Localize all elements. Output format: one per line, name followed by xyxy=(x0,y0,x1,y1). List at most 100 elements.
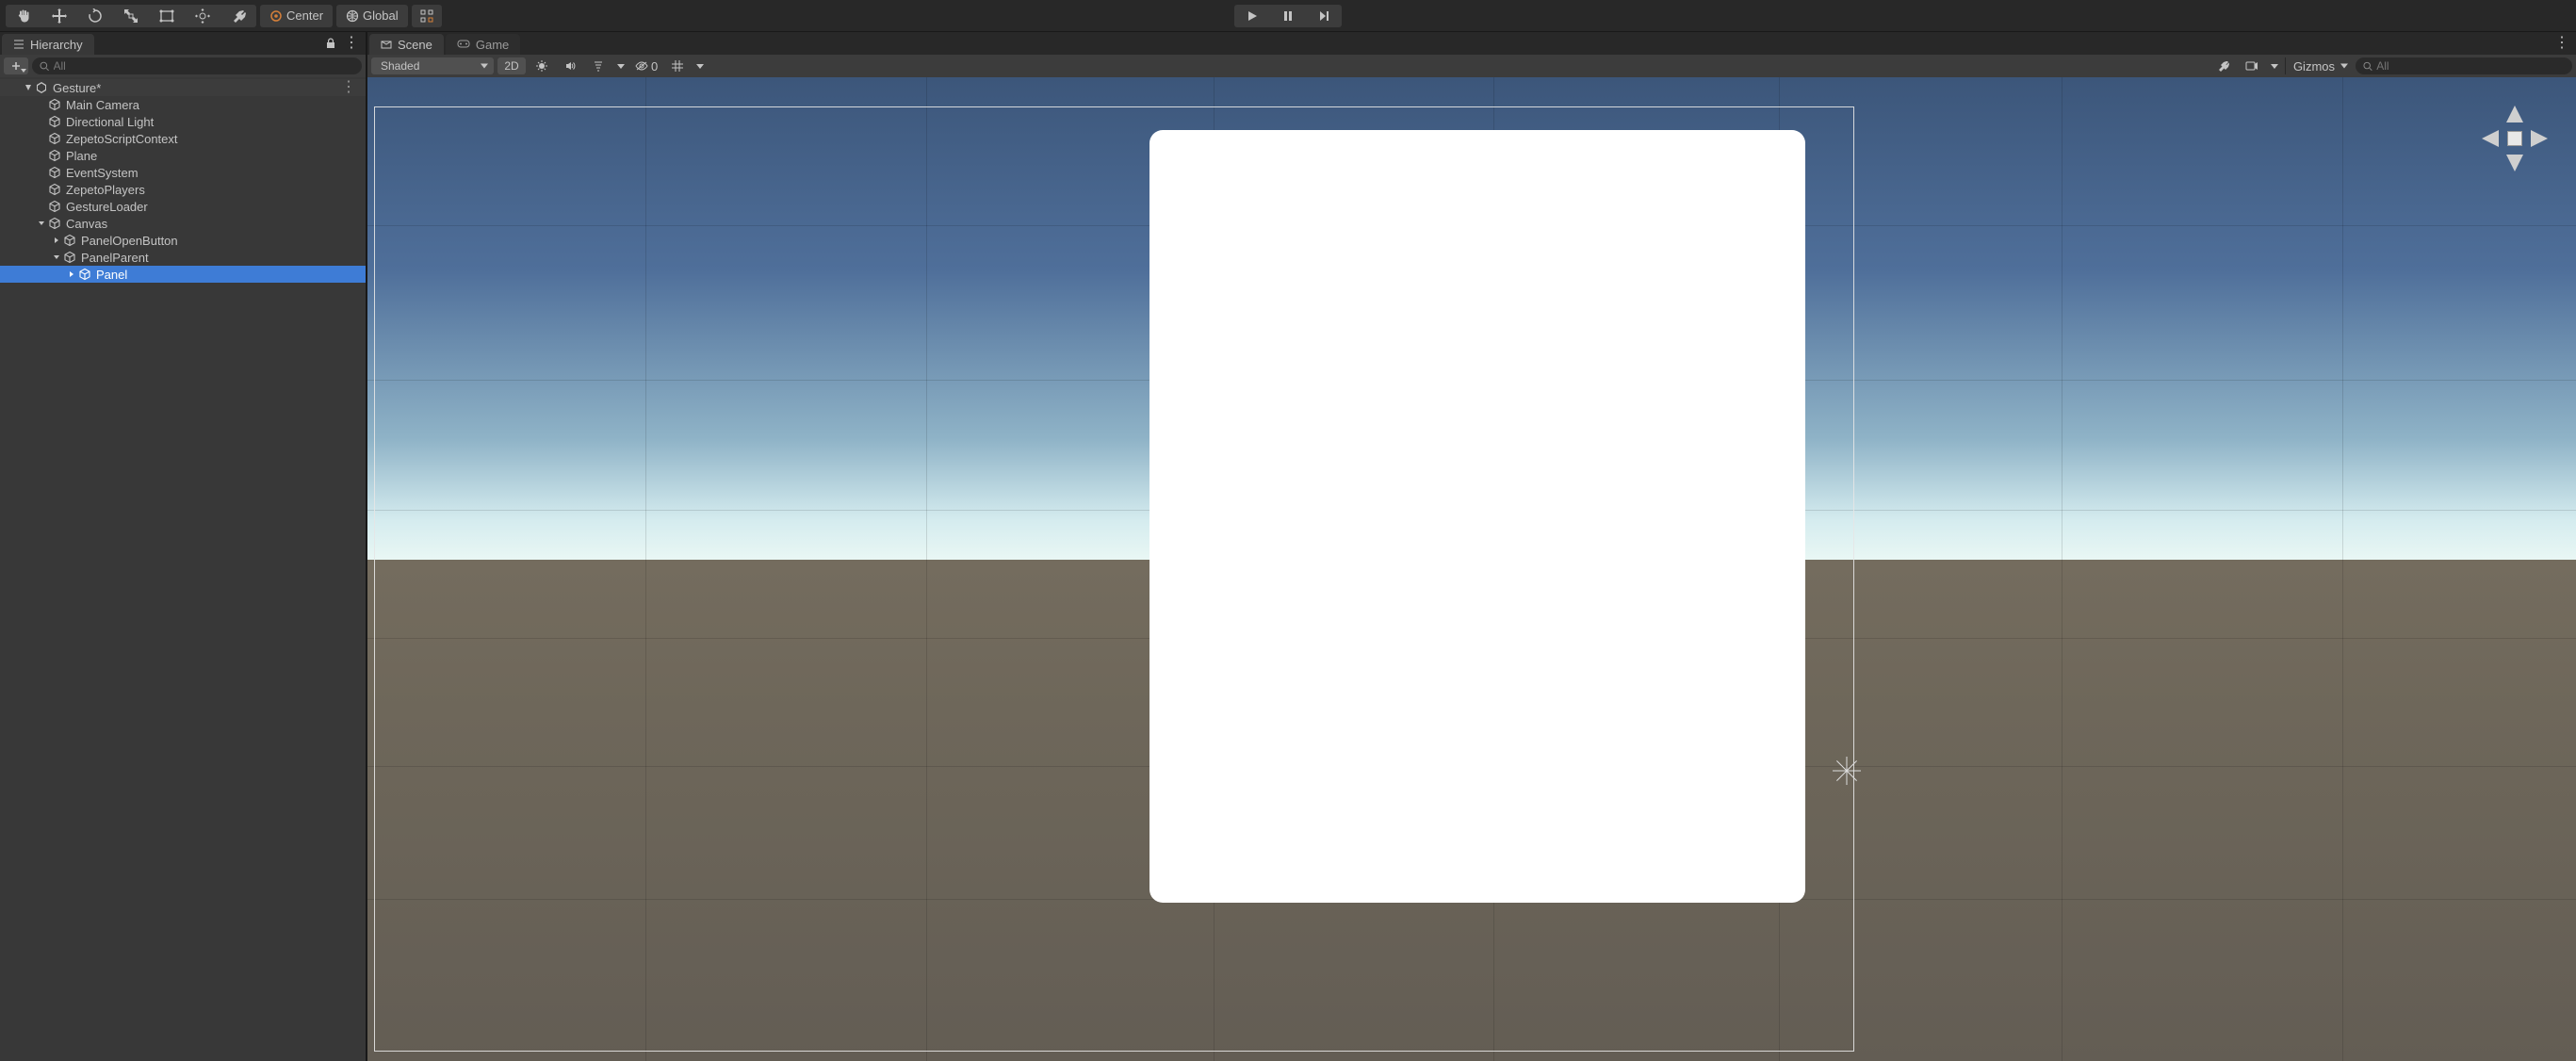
camera-gizmo[interactable] xyxy=(1833,757,1861,785)
2d-toggle[interactable]: 2D xyxy=(497,57,526,74)
hierarchy-item[interactable]: Canvas xyxy=(0,215,366,232)
pivot-mode-label: Center xyxy=(286,8,323,23)
space-mode-label: Global xyxy=(363,8,399,23)
gameobject-icon xyxy=(47,97,62,112)
camera-dropdown[interactable] xyxy=(2268,57,2281,74)
space-mode-button[interactable]: Global xyxy=(336,5,408,27)
hierarchy-item[interactable]: PanelOpenButton xyxy=(0,232,366,249)
hierarchy-item-label: ZepetoScriptContext xyxy=(66,132,178,146)
hierarchy-item-label: EventSystem xyxy=(66,166,139,180)
play-button[interactable] xyxy=(1234,5,1270,27)
fold-toggle[interactable] xyxy=(23,84,34,91)
tab-game[interactable]: Game xyxy=(446,34,520,55)
camera-button[interactable] xyxy=(2240,57,2264,74)
tab-scene-label: Scene xyxy=(398,38,432,52)
hierarchy-pane: Hierarchy ⋮ xyxy=(0,32,367,1061)
hidden-objects-toggle[interactable]: 0 xyxy=(631,57,661,74)
hierarchy-item-label: GestureLoader xyxy=(66,200,148,214)
hierarchy-tab-row: Hierarchy ⋮ xyxy=(0,32,366,55)
hierarchy-menu-icon[interactable]: ⋮ xyxy=(345,37,358,50)
gameobject-icon xyxy=(47,148,62,163)
search-icon xyxy=(40,61,50,72)
gizmos-dropdown[interactable]: Gizmos xyxy=(2285,57,2352,74)
game-icon xyxy=(457,39,470,50)
shading-mode-label: Shaded xyxy=(381,59,419,73)
gameobject-icon xyxy=(47,114,62,129)
axis-y-neg-icon[interactable] xyxy=(2506,155,2523,171)
axis-y-pos-icon[interactable] xyxy=(2506,106,2523,122)
hierarchy-item-label: Plane xyxy=(66,149,97,163)
panel-rect[interactable] xyxy=(1149,130,1805,903)
gameobject-icon xyxy=(47,131,62,146)
scene-search-input[interactable] xyxy=(2376,59,2565,73)
tab-game-label: Game xyxy=(476,38,509,52)
orientation-cube-icon[interactable] xyxy=(2507,131,2522,146)
hierarchy-tree: Gesture* ⋮ Main CameraDirectional Light Z… xyxy=(0,77,366,1061)
gameobject-icon xyxy=(47,182,62,197)
scene-toolbar: Shaded 2D 0 xyxy=(367,55,2576,77)
hierarchy-item-label: Main Camera xyxy=(66,98,139,112)
search-icon xyxy=(2363,61,2372,72)
hand-tool[interactable] xyxy=(6,5,41,27)
hierarchy-toolbar xyxy=(0,55,366,77)
hierarchy-search-input[interactable] xyxy=(54,59,354,73)
transform-tools-group xyxy=(6,5,256,27)
create-button[interactable] xyxy=(4,57,28,74)
fold-toggle[interactable] xyxy=(51,237,62,244)
hierarchy-item[interactable]: ZepetoPlayers xyxy=(0,181,366,198)
transform-tool[interactable] xyxy=(185,5,220,27)
shading-mode-dropdown[interactable]: Shaded xyxy=(371,57,494,74)
axis-x-neg-icon[interactable] xyxy=(2482,130,2499,147)
fold-toggle[interactable] xyxy=(66,270,77,278)
fx-dropdown[interactable] xyxy=(614,57,628,74)
hierarchy-scene-row[interactable]: Gesture* ⋮ xyxy=(0,79,366,96)
hierarchy-search[interactable] xyxy=(32,57,362,74)
hierarchy-item-label: Canvas xyxy=(66,217,107,231)
gameobject-icon xyxy=(62,233,77,248)
hierarchy-item[interactable]: GestureLoader xyxy=(0,198,366,215)
tab-hierarchy[interactable]: Hierarchy xyxy=(2,34,94,55)
scene-tab-menu-icon[interactable]: ⋮ xyxy=(2555,37,2568,50)
pause-button[interactable] xyxy=(1270,5,1306,27)
hierarchy-item[interactable]: PanelParent xyxy=(0,249,366,266)
step-button[interactable] xyxy=(1306,5,1342,27)
orientation-gizmo[interactable] xyxy=(2482,106,2548,171)
hidden-count-label: 0 xyxy=(651,59,658,73)
grid-toggle[interactable] xyxy=(665,57,690,74)
2d-label: 2D xyxy=(504,59,518,73)
gameobject-icon xyxy=(77,267,92,282)
hierarchy-item[interactable]: Panel xyxy=(0,266,366,283)
hierarchy-item[interactable]: EventSystem xyxy=(0,164,366,181)
grid-dropdown[interactable] xyxy=(693,57,707,74)
lock-icon[interactable] xyxy=(324,37,337,50)
hierarchy-item[interactable]: Plane xyxy=(0,147,366,164)
hierarchy-item[interactable]: Main Camera xyxy=(0,96,366,113)
hierarchy-item-label: Panel xyxy=(96,268,127,282)
hierarchy-item[interactable]: Directional Light xyxy=(0,113,366,130)
hierarchy-item-label: PanelParent xyxy=(81,251,149,265)
scale-tool[interactable] xyxy=(113,5,149,27)
audio-toggle[interactable] xyxy=(558,57,582,74)
gameobject-icon xyxy=(62,250,77,265)
tab-scene[interactable]: Scene xyxy=(369,34,444,55)
fx-toggle[interactable] xyxy=(586,57,611,74)
move-tool[interactable] xyxy=(41,5,77,27)
axis-x-pos-icon[interactable] xyxy=(2531,130,2548,147)
fold-toggle[interactable] xyxy=(36,220,47,227)
gameobject-icon xyxy=(47,165,62,180)
lighting-toggle[interactable] xyxy=(530,57,554,74)
snap-button[interactable] xyxy=(412,5,442,27)
custom-tools[interactable] xyxy=(220,5,256,27)
scene-search[interactable] xyxy=(2356,57,2572,74)
scene-pane: Scene Game ⋮ Shaded 2D xyxy=(367,32,2576,1061)
pivot-mode-button[interactable]: Center xyxy=(260,5,333,27)
hierarchy-item-label: PanelOpenButton xyxy=(81,234,178,248)
gizmos-label: Gizmos xyxy=(2293,59,2335,73)
rotate-tool[interactable] xyxy=(77,5,113,27)
gameobject-icon xyxy=(47,199,62,214)
scene-viewport[interactable] xyxy=(367,77,2576,1061)
hierarchy-item[interactable]: ZepetoScriptContext xyxy=(0,130,366,147)
rect-tool[interactable] xyxy=(149,5,185,27)
tools-button[interactable] xyxy=(2211,57,2236,74)
fold-toggle[interactable] xyxy=(51,253,62,261)
